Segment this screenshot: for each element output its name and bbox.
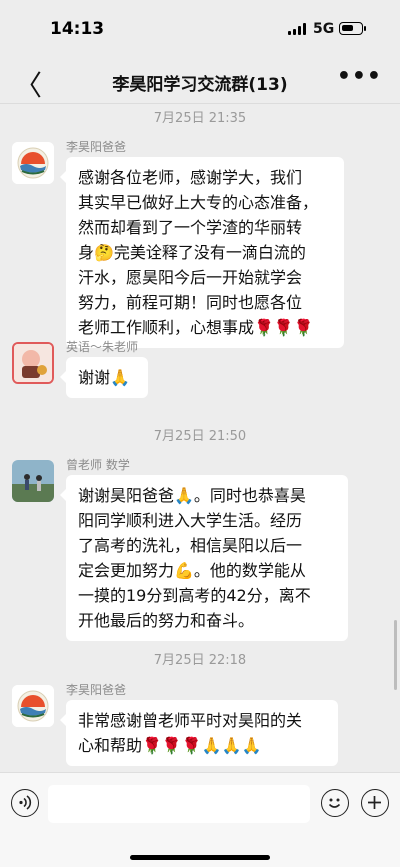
message-bubble[interactable]: 感谢各位老师，感谢学大，我们 其实早已做好上大专的心态准备， 然而却看到了一个学…: [60, 157, 344, 348]
message-line: 开他最后的努力和奋斗。: [78, 611, 255, 630]
network-label: 5G: [313, 21, 335, 37]
message-bubble[interactable]: 非常感谢曾老师平时对昊阳的关 心和帮助🌹🌹🌹🙏🙏🙏: [60, 700, 338, 766]
sender-name: 李昊阳爸爸: [66, 683, 127, 697]
message-line: 阳同学顺利进入大学生活。经历: [78, 511, 303, 530]
emoji-icon[interactable]: [321, 789, 349, 817]
more-icon[interactable]: •••: [337, 64, 382, 89]
chat-header: 〈 李昊阳学习交流群(13) •••: [0, 58, 400, 104]
message-line: 非常感谢曾老师平时对昊阳的关: [78, 711, 303, 730]
battery-icon: [339, 22, 366, 35]
message-bubble[interactable]: 谢谢🙏: [60, 357, 148, 398]
voice-icon[interactable]: [11, 789, 39, 817]
message-line: 感谢各位老师，感谢学大，我们: [78, 168, 303, 187]
avatar[interactable]: [12, 142, 54, 184]
status-time: 14:13: [50, 19, 105, 39]
avatar[interactable]: [12, 342, 54, 384]
message-line: 定会更加努力💪。他的数学能从: [78, 561, 306, 580]
input-bar: [0, 772, 400, 867]
status-bar: 14:13 5G: [0, 0, 400, 58]
message-list[interactable]: 7月25日 21:35 李昊阳爸爸 感谢各位老师，感谢学大，我们 其实早已做好上…: [0, 104, 400, 772]
home-indicator: [130, 855, 270, 860]
message-line: 其实早已做好上大专的心态准备，: [78, 193, 319, 212]
sender-name: 英语～朱老师: [66, 340, 139, 354]
message-timestamp: 7月25日 21:35: [153, 111, 247, 126]
message-timestamp: 7月25日 21:50: [153, 429, 247, 444]
message-bubble[interactable]: 谢谢昊阳爸爸🙏。同时也恭喜昊 阳同学顺利进入大学生活。经历 了高考的洗礼，相信昊…: [60, 475, 348, 641]
message-line: 汗水，愿昊阳今后一开始就学会: [78, 268, 303, 287]
plus-icon[interactable]: [361, 789, 389, 817]
scrollbar[interactable]: [394, 620, 397, 690]
message-line: 谢谢昊阳爸爸🙏。同时也恭喜昊: [78, 486, 306, 505]
message-line: 努力，前程可期！同时也愿各位: [78, 293, 303, 312]
avatar[interactable]: [12, 685, 54, 727]
message-input[interactable]: [48, 785, 310, 823]
message-line: 老师工作顺利，心想事成🌹🌹🌹: [78, 318, 314, 337]
sender-name: 李昊阳爸爸: [66, 140, 127, 154]
message-line: 了高考的洗礼，相信昊阳以后一: [78, 536, 303, 555]
sender-name: 曾老师 数学: [66, 458, 130, 472]
avatar[interactable]: [12, 460, 54, 502]
message-line: 谢谢🙏: [78, 368, 130, 387]
message-line: 一摸的19分到高考的42分，离不: [78, 586, 311, 605]
message-line: 身🤔完美诠释了没有一滴白流的: [78, 243, 306, 262]
message-line: 心和帮助🌹🌹🌹🙏🙏🙏: [78, 736, 262, 755]
message-line: 然而却看到了一个学渣的华丽转: [78, 218, 303, 237]
signal-icon: [288, 23, 308, 35]
message-timestamp: 7月25日 22:18: [153, 653, 247, 668]
